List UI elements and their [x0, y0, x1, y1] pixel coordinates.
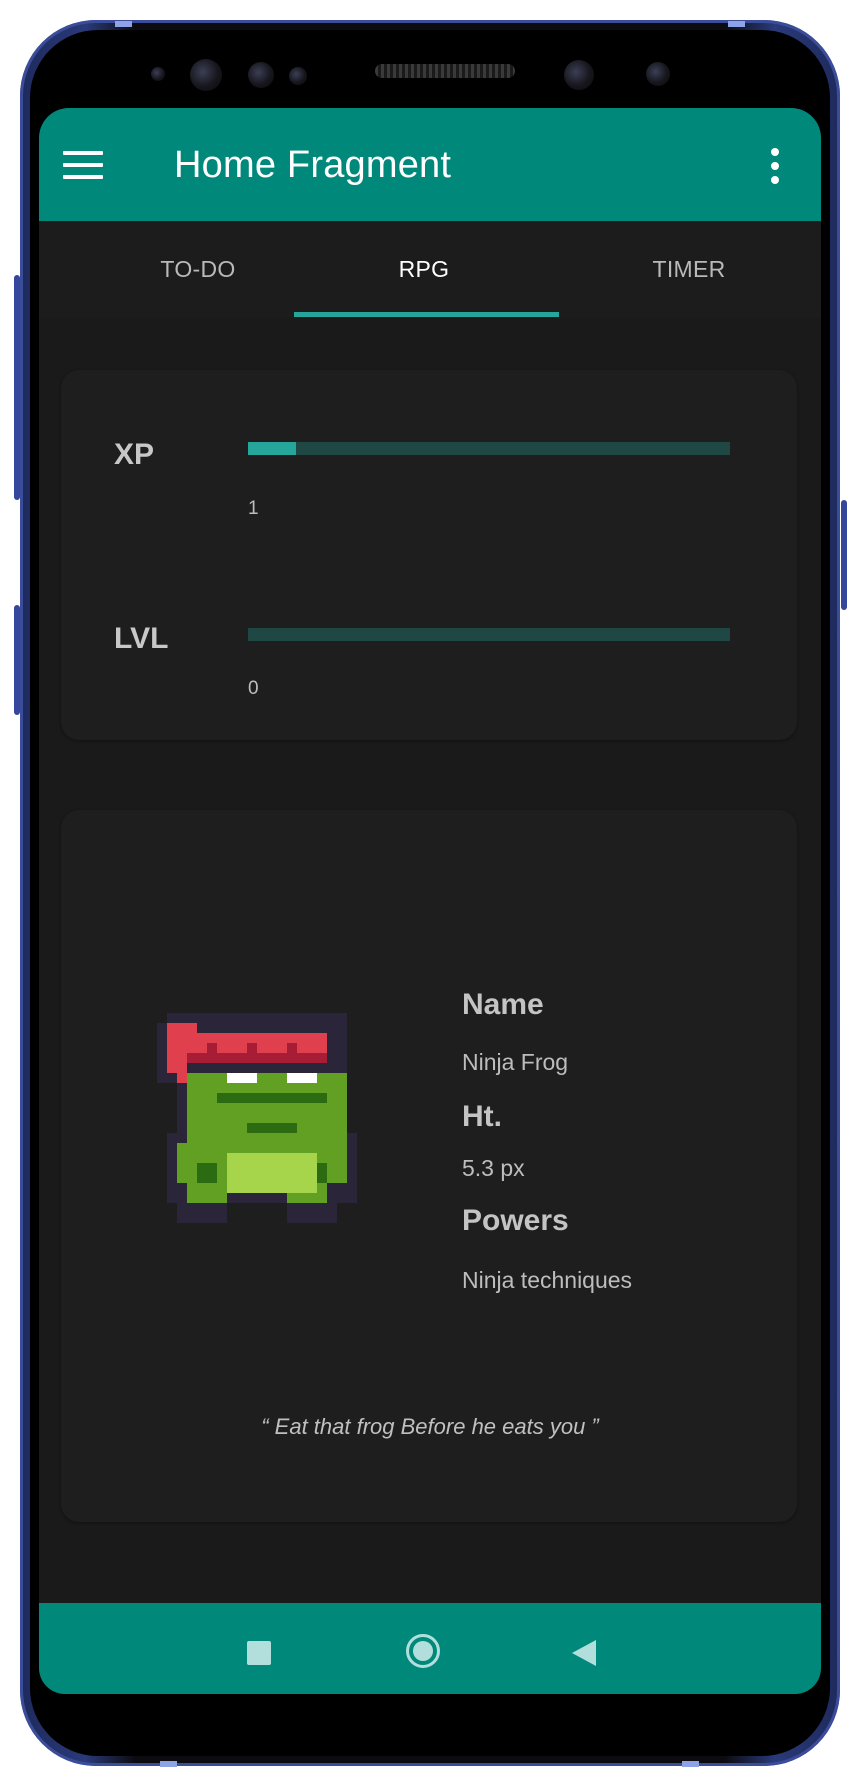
more-vert-icon[interactable] — [769, 148, 781, 184]
hamburger-menu-icon[interactable] — [63, 151, 103, 179]
tab-rpg[interactable]: RPG — [294, 221, 554, 318]
circle-home-icon[interactable] — [406, 1634, 440, 1668]
height-heading: Ht. — [462, 1100, 502, 1133]
lvl-label: LVL — [114, 622, 169, 655]
xp-progress-bar — [248, 442, 730, 455]
antenna-band — [682, 1761, 699, 1767]
stats-card: XP 1 LVL 0 — [61, 370, 797, 740]
triangle-back-icon[interactable] — [572, 1640, 596, 1666]
app-screen: Home Fragment TO-DO RPG TIMER XP 1 LVL 0 — [39, 108, 821, 1694]
iris-scanner-icon — [248, 62, 274, 88]
proximity-camera-icon — [564, 60, 594, 90]
tab-indicator — [294, 312, 559, 317]
character-powers: Ninja techniques — [462, 1267, 633, 1293]
page-title: Home Fragment — [174, 144, 452, 186]
sensor-icon — [151, 67, 165, 81]
volume-button — [14, 275, 20, 500]
light-sensor-icon — [646, 62, 670, 86]
xp-label: XP — [114, 438, 155, 471]
xp-value: 1 — [248, 498, 259, 519]
character-name: Ninja Frog — [462, 1049, 569, 1075]
app-bar: Home Fragment — [39, 108, 821, 221]
antenna-band — [115, 21, 132, 27]
ninja-frog-sprite-icon — [157, 1013, 357, 1223]
tab-timer[interactable]: TIMER — [559, 221, 819, 318]
antenna-band — [728, 21, 745, 27]
xp-progress-fill — [248, 442, 297, 455]
antenna-band — [160, 1761, 177, 1767]
tab-bar: TO-DO RPG TIMER — [39, 221, 821, 318]
system-nav-bar — [39, 1603, 821, 1694]
powers-heading: Powers — [462, 1204, 569, 1237]
bixby-button — [14, 605, 20, 715]
name-heading: Name — [462, 988, 544, 1021]
front-camera-icon — [190, 59, 222, 91]
character-height: 5.3 px — [462, 1155, 525, 1181]
square-recents-icon[interactable] — [247, 1641, 271, 1665]
tab-todo[interactable]: TO-DO — [68, 221, 328, 318]
motto-quote: “ Eat that frog Before he eats you ” — [261, 1414, 599, 1439]
lvl-progress-bar — [248, 628, 730, 641]
lvl-value: 0 — [248, 678, 259, 699]
sensor-icon — [289, 67, 307, 85]
power-button — [841, 500, 847, 610]
earpiece-speaker — [375, 64, 515, 78]
